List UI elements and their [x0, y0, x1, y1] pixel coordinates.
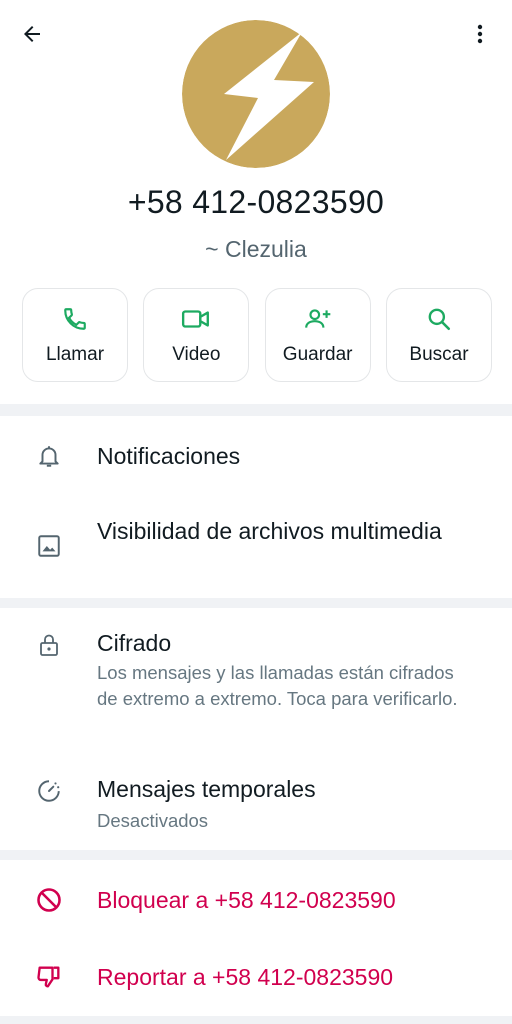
- search-button[interactable]: Buscar: [385, 288, 492, 382]
- encryption-description: Los mensajes y las llamadas están cifrad…: [97, 662, 458, 709]
- back-arrow-icon: [24, 26, 40, 42]
- encryption-title: Cifrado: [97, 630, 172, 656]
- timer-icon: [38, 780, 60, 802]
- add-contact-icon: [304, 309, 330, 328]
- more-vertical-icon: [477, 24, 483, 44]
- back-button[interactable]: [14, 16, 50, 52]
- lock-icon: [40, 634, 58, 656]
- disappearing-messages-row[interactable]: Mensajes temporales Desactivados: [0, 758, 512, 844]
- contact-alias: ~ Clezulia: [205, 236, 307, 262]
- image-icon: [38, 535, 60, 557]
- contact-avatar[interactable]: [182, 20, 330, 168]
- section-divider: [0, 598, 512, 608]
- thumbs-down-icon: [37, 966, 60, 988]
- search-label: Buscar: [409, 344, 469, 365]
- section-divider: [0, 1016, 512, 1024]
- disappearing-messages-value: Desactivados: [97, 810, 209, 831]
- media-visibility-label: Visibilidad de archivos multimedia: [97, 518, 442, 544]
- block-icon: [37, 888, 61, 912]
- action-buttons: Llamar Video Guardar Buscar: [22, 288, 492, 384]
- section-divider: [0, 850, 512, 860]
- notifications-row[interactable]: Notificaciones: [0, 416, 512, 496]
- phone-icon: [64, 308, 86, 330]
- media-visibility-row[interactable]: Visibilidad de archivos multimedia: [0, 500, 512, 592]
- video-label: Video: [172, 344, 221, 365]
- notifications-label: Notificaciones: [97, 443, 241, 469]
- save-label: Guardar: [282, 344, 353, 365]
- call-label: Llamar: [45, 344, 105, 365]
- section-divider: [0, 404, 512, 416]
- contact-phone-number: +58 412-0823590: [127, 184, 385, 220]
- disappearing-messages-title: Mensajes temporales: [97, 776, 316, 802]
- search-icon: [428, 308, 451, 331]
- report-contact-label: Reportar a +58 412-0823590: [97, 964, 394, 990]
- encryption-row[interactable]: Cifrado Los mensajes y las llamadas está…: [0, 610, 512, 752]
- call-button[interactable]: Llamar: [22, 288, 128, 382]
- video-icon: [182, 310, 210, 328]
- bell-icon: [39, 446, 59, 467]
- save-contact-button[interactable]: Guardar: [264, 288, 371, 382]
- video-call-button[interactable]: Video: [143, 288, 250, 382]
- block-contact-label: Bloquear a +58 412-0823590: [97, 887, 396, 913]
- lightning-logo-icon: [182, 20, 330, 168]
- block-contact-row[interactable]: Bloquear a +58 412-0823590: [0, 862, 512, 938]
- more-options-button[interactable]: [462, 16, 498, 52]
- report-contact-row[interactable]: Reportar a +58 412-0823590: [0, 940, 512, 1016]
